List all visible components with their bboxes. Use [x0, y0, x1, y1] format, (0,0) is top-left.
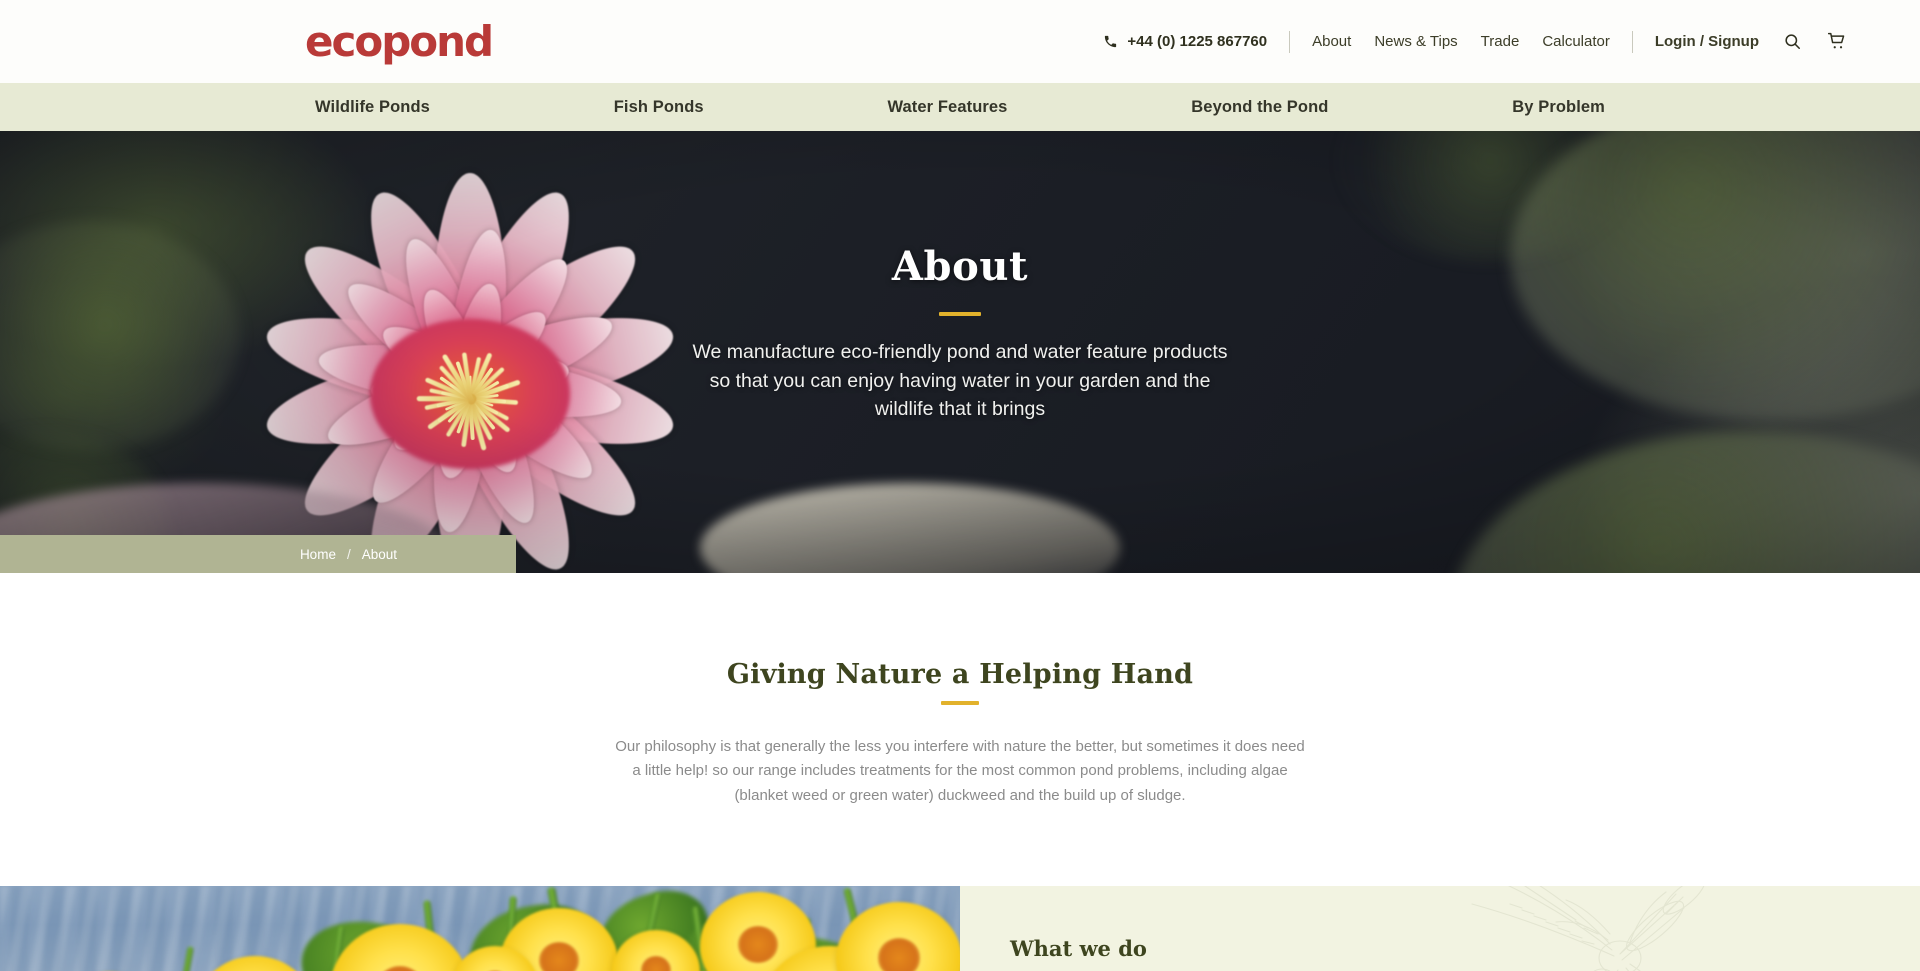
- hero-subtitle-line-3: wildlife that it brings: [874, 398, 1046, 421]
- nav-item-water-features[interactable]: Water Features: [887, 98, 1007, 117]
- header-nav: About News & Tips Trade Calculator: [1312, 33, 1610, 50]
- nav-item-beyond-the-pond[interactable]: Beyond the Pond: [1191, 98, 1328, 117]
- phone-number-text: +44 (0) 1225 867760: [1127, 33, 1268, 50]
- search-icon: [1783, 32, 1802, 51]
- header-link-about[interactable]: About: [1312, 33, 1351, 50]
- header-divider-2: [1631, 30, 1633, 53]
- logo-text: ecopond: [305, 16, 494, 66]
- nav-item-wildlife-ponds[interactable]: Wildlife Ponds: [315, 98, 430, 117]
- page-title: About: [891, 243, 1029, 290]
- header-link-trade[interactable]: Trade: [1481, 33, 1520, 50]
- nav-item-by-problem[interactable]: By Problem: [1512, 98, 1605, 117]
- header-divider-1: [1289, 30, 1291, 53]
- what-we-do-heading: What we do: [1010, 935, 1147, 961]
- intro-paragraph: Our philosophy is that generally the les…: [610, 735, 1310, 808]
- site-header: ecopond +44 (0) 1225 867760 About News &…: [0, 0, 1920, 83]
- header-utility-bar: +44 (0) 1225 867760 About News & Tips Tr…: [1103, 0, 1848, 83]
- what-we-do-panel: What we do: [960, 885, 1920, 971]
- hero-subtitle-line-2: so that you can enjoy having water in yo…: [709, 369, 1211, 392]
- nav-item-fish-ponds[interactable]: Fish Ponds: [614, 98, 704, 117]
- header-link-news-tips[interactable]: News & Tips: [1374, 33, 1457, 50]
- site-logo[interactable]: ecopond: [305, 20, 494, 63]
- breadcrumb-current: About: [361, 546, 397, 562]
- phone-number-block[interactable]: +44 (0) 1225 867760: [1103, 33, 1267, 50]
- category-nav: Wildlife Ponds Fish Ponds Water Features…: [0, 83, 1920, 131]
- hero-banner: About We manufacture eco-friendly pond a…: [0, 131, 1920, 573]
- marsh-marigold-image: [0, 885, 960, 971]
- header-link-calculator[interactable]: Calculator: [1542, 33, 1610, 50]
- intro-section: Giving Nature a Helping Hand Our philoso…: [0, 573, 1920, 808]
- breadcrumb: Home / About: [0, 535, 516, 573]
- intro-line-2: a little help! so our range includes tre…: [632, 762, 1288, 780]
- hero-content: About We manufacture eco-friendly pond a…: [0, 131, 1920, 424]
- search-button[interactable]: [1783, 32, 1802, 51]
- hero-accent-rule: [939, 312, 981, 316]
- hero-subtitle-line-1: We manufacture eco-friendly pond and wat…: [692, 341, 1228, 363]
- hero-subtitle: We manufacture eco-friendly pond and wat…: [0, 338, 1920, 424]
- intro-accent-rule: [941, 701, 979, 705]
- intro-line-3: (blanket weed or green water) duckweed a…: [734, 786, 1186, 804]
- cart-button[interactable]: [1826, 31, 1848, 52]
- login-signup-link[interactable]: Login / Signup: [1655, 33, 1759, 50]
- intro-line-1: Our philosophy is that generally the les…: [615, 738, 1305, 755]
- intro-heading: Giving Nature a Helping Hand: [726, 659, 1194, 690]
- breadcrumb-separator: /: [346, 546, 351, 562]
- cart-icon: [1826, 31, 1848, 52]
- phone-icon: [1103, 34, 1118, 49]
- what-we-do-section: What we do: [0, 885, 1920, 971]
- breadcrumb-home[interactable]: Home: [300, 547, 336, 562]
